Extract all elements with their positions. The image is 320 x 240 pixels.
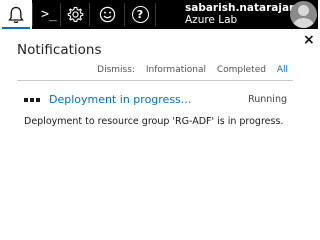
panel-title: Notifications [17,42,102,58]
notification-status: Running [248,94,287,105]
avatar-head [298,5,309,16]
gear-icon [67,6,83,23]
dismiss-completed-link[interactable]: Completed [217,65,266,75]
notification-title[interactable]: Deployment in progress... [49,93,191,106]
avatar-body [293,18,314,28]
toolbar-separator [155,3,156,26]
help-button[interactable]: ? [125,0,155,29]
bell-icon [8,6,24,23]
top-bar: >_ ? sabarish.natarajan@ Azure Lab [0,0,318,29]
avatar[interactable] [290,1,317,28]
settings-button[interactable] [61,0,89,29]
help-icon: ? [131,6,149,23]
dismiss-informational-link[interactable]: Informational [146,65,206,75]
feedback-button[interactable] [90,0,124,29]
smiley-feedback-icon [99,6,115,23]
notification-description: Deployment to resource group 'RG-ADF' is… [24,116,284,127]
dismiss-label: Dismiss: [97,65,135,75]
dismiss-filters: Dismiss: Informational Completed All [97,65,288,75]
notifications-button[interactable] [0,0,32,29]
divider [17,80,293,81]
user-name: sabarish.natarajan@ [185,2,308,14]
user-account-menu[interactable]: sabarish.natarajan@ Azure Lab [185,2,307,26]
user-directory: Azure Lab [185,14,238,26]
close-icon[interactable]: × [303,32,315,48]
dismiss-all-link[interactable]: All [277,65,288,75]
progress-dots-icon [24,98,40,102]
cloud-shell-icon: >_ [41,7,57,22]
